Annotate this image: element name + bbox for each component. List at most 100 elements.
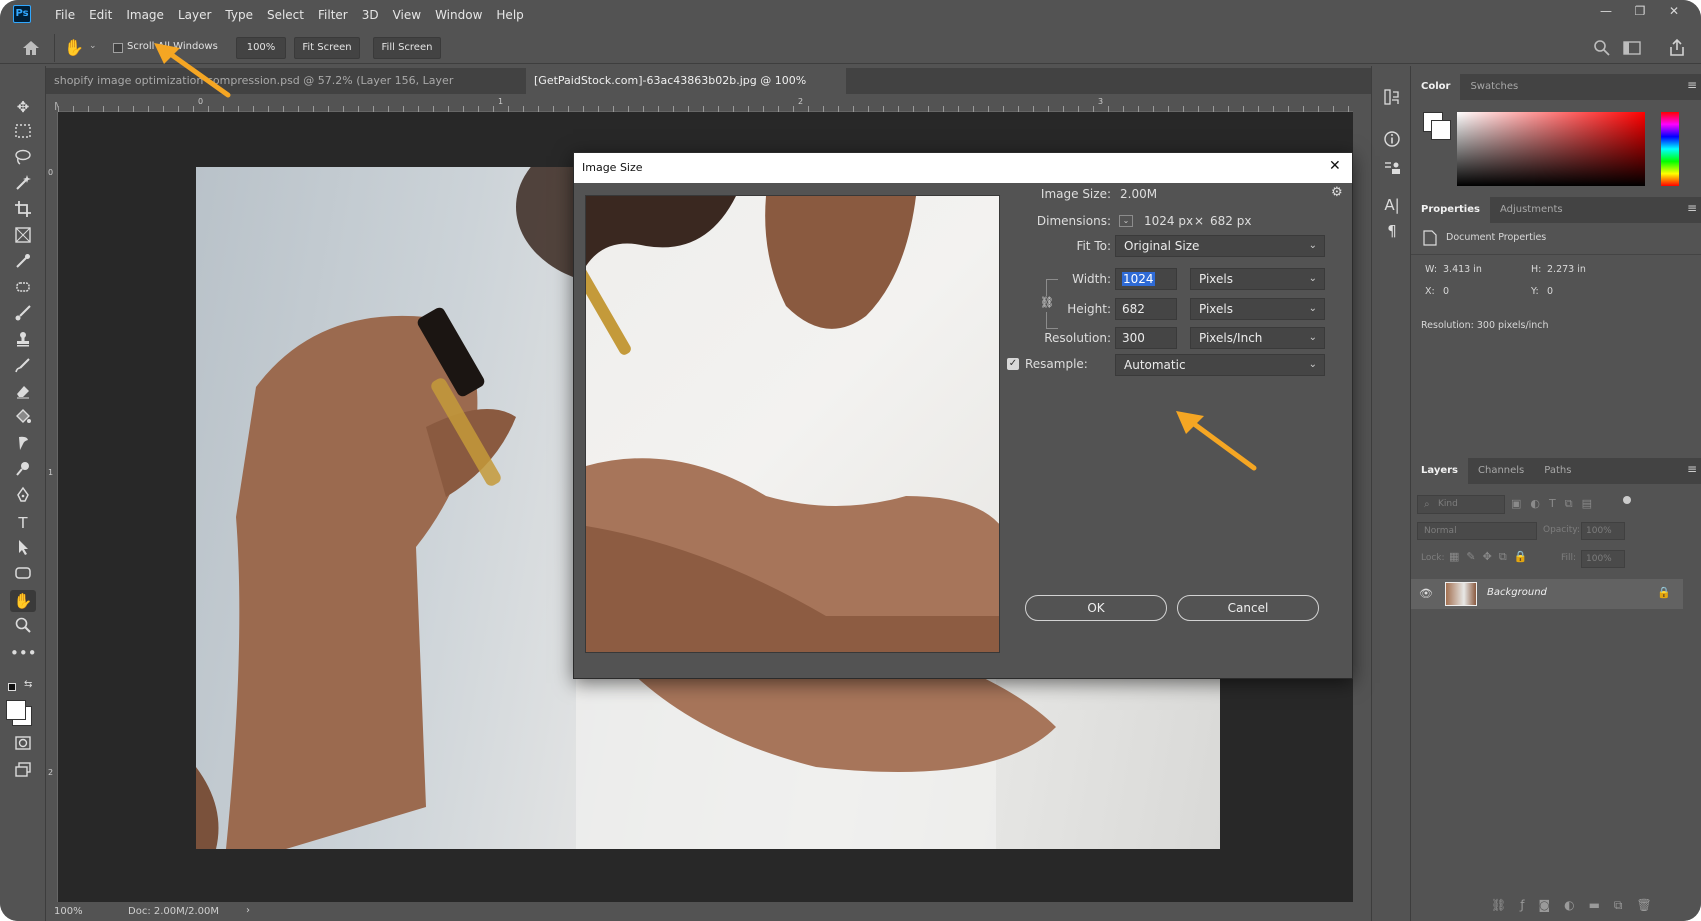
x-value[interactable]: 0: [1443, 286, 1449, 297]
menu-image[interactable]: Image: [119, 0, 171, 30]
menu-3d[interactable]: 3D: [355, 0, 386, 30]
more-tools-icon[interactable]: •••: [10, 642, 37, 664]
panel-menu-icon[interactable]: ≡: [1687, 78, 1697, 92]
magic-wand-icon[interactable]: [10, 174, 36, 196]
height-unit-select[interactable]: Pixels ⌄: [1190, 298, 1325, 320]
workspace-icon[interactable]: [1622, 38, 1642, 58]
eraser-icon[interactable]: [10, 382, 36, 404]
menu-select[interactable]: Select: [260, 0, 311, 30]
opacity-field[interactable]: 100%: [1581, 522, 1625, 540]
tab-swatches[interactable]: Swatches: [1460, 74, 1528, 100]
restore-button[interactable]: ❐: [1623, 0, 1657, 22]
layer-kind-filter[interactable]: ⌕ Kind: [1417, 495, 1505, 514]
visibility-eye-icon[interactable]: 👁: [1419, 587, 1433, 600]
hue-slider[interactable]: [1661, 112, 1679, 186]
tab-paths[interactable]: Paths: [1534, 458, 1581, 484]
settings-gear-icon[interactable]: ⚙: [1331, 185, 1343, 200]
menu-window[interactable]: Window: [428, 0, 489, 30]
cancel-button[interactable]: Cancel: [1177, 595, 1319, 621]
resolution-unit-select[interactable]: Pixels/Inch ⌄: [1190, 327, 1325, 349]
ok-button[interactable]: OK: [1025, 595, 1167, 621]
brush-tool-icon[interactable]: [10, 304, 36, 326]
width-unit-select[interactable]: Pixels ⌄: [1190, 268, 1325, 290]
height-input[interactable]: 682: [1115, 298, 1177, 320]
background-color-chip[interactable]: [1431, 120, 1451, 140]
menu-edit[interactable]: Edit: [82, 0, 119, 30]
lasso-tool-icon[interactable]: [10, 148, 36, 170]
character-panel-icon[interactable]: A|: [1381, 194, 1403, 216]
layer-filter-icons[interactable]: ▣◐T⧉▤: [1511, 497, 1601, 511]
tab-shopify-psd[interactable]: shopify image optimization compression.p…: [46, 68, 524, 113]
panel-menu-icon[interactable]: ≡: [1687, 201, 1697, 215]
layer-row[interactable]: 👁 Background 🔒: [1411, 579, 1683, 609]
pen-tool-icon[interactable]: [10, 486, 36, 508]
healing-brush-icon[interactable]: [10, 278, 36, 300]
fill-field[interactable]: 100%: [1581, 550, 1625, 568]
width-value[interactable]: 3.413 in: [1443, 264, 1482, 275]
lock-icons[interactable]: ▦✎✥⧉🔒: [1449, 550, 1534, 564]
dodge-tool-icon[interactable]: [10, 460, 36, 482]
y-value[interactable]: 0: [1547, 286, 1553, 297]
eyedropper-icon[interactable]: [10, 252, 36, 274]
resample-select[interactable]: Automatic ⌄: [1115, 354, 1325, 376]
tab-getpaidstock-jpg[interactable]: [GetPaidStock.com]-63ac43863b02b.jpg @ 1…: [526, 68, 846, 113]
stamp-tool-icon[interactable]: [10, 330, 36, 352]
close-window-button[interactable]: ✕: [1657, 0, 1691, 22]
tab-layers[interactable]: Layers: [1411, 458, 1468, 484]
minimize-button[interactable]: —: [1589, 0, 1623, 22]
path-selection-icon[interactable]: [10, 538, 36, 560]
search-icon[interactable]: [1592, 38, 1612, 58]
paragraph-panel-icon[interactable]: ¶: [1381, 220, 1403, 242]
height-value[interactable]: 2.273 in: [1547, 264, 1586, 275]
hand-tool-icon[interactable]: ✋: [10, 590, 36, 612]
fit-to-select[interactable]: Original Size ⌄: [1115, 235, 1325, 257]
menu-view[interactable]: View: [386, 0, 428, 30]
move-tool-icon[interactable]: ✥: [10, 96, 36, 118]
panel-menu-icon[interactable]: ≡: [1687, 462, 1697, 476]
home-icon[interactable]: [20, 38, 42, 58]
marquee-tool-icon[interactable]: [10, 122, 36, 144]
swap-colors-icon[interactable]: ⇆: [24, 679, 32, 690]
resolution-input[interactable]: 300: [1115, 327, 1177, 349]
zoom-100-button[interactable]: 100%: [236, 37, 286, 59]
quick-mask-icon[interactable]: [10, 734, 36, 756]
scroll-all-windows-checkbox[interactable]: [113, 43, 123, 53]
image-preview[interactable]: [585, 195, 1000, 653]
tab-properties[interactable]: Properties: [1411, 197, 1490, 223]
menu-file[interactable]: File: [48, 0, 82, 30]
color-field[interactable]: [1457, 112, 1645, 186]
styles-panel-icon[interactable]: [1381, 158, 1403, 180]
dimensions-unit-toggle[interactable]: ⌄: [1119, 215, 1133, 227]
info-panel-icon[interactable]: [1381, 130, 1403, 152]
crop-tool-icon[interactable]: [10, 200, 36, 222]
hand-tool-icon[interactable]: ✋: [64, 37, 86, 59]
layer-name[interactable]: Background: [1487, 587, 1547, 598]
menu-type[interactable]: Type: [218, 0, 260, 30]
menu-layer[interactable]: Layer: [171, 0, 218, 30]
fit-screen-button[interactable]: Fit Screen: [294, 37, 360, 59]
layer-actions-icons[interactable]: ⛓ƒ◙◐▬⧉🗑: [1491, 898, 1666, 913]
dialog-close-icon[interactable]: ✕: [1329, 158, 1341, 174]
frame-tool-icon[interactable]: [10, 226, 36, 248]
screen-mode-icon[interactable]: [10, 760, 36, 782]
zoom-readout[interactable]: 100%: [54, 906, 83, 917]
tab-adjustments[interactable]: Adjustments: [1490, 197, 1573, 223]
blend-mode-select[interactable]: Normal: [1417, 522, 1537, 540]
smudge-tool-icon[interactable]: [10, 434, 36, 456]
width-input[interactable]: 1024: [1115, 268, 1177, 290]
fill-screen-button[interactable]: Fill Screen: [373, 37, 441, 59]
share-icon[interactable]: [1666, 37, 1688, 59]
tab-color[interactable]: Color: [1411, 74, 1461, 100]
zoom-tool-icon[interactable]: [10, 616, 36, 638]
menu-help[interactable]: Help: [489, 0, 530, 30]
resample-checkbox[interactable]: ✓: [1007, 358, 1019, 370]
filter-toggle-icon[interactable]: [1623, 496, 1631, 504]
menu-filter[interactable]: Filter: [311, 0, 355, 30]
chevron-down-icon[interactable]: ⌄: [89, 41, 97, 51]
history-panel-icon[interactable]: [1381, 88, 1403, 110]
shape-tool-icon[interactable]: [10, 564, 36, 586]
paint-bucket-icon[interactable]: [10, 408, 36, 430]
default-colors-icon[interactable]: [8, 683, 16, 691]
type-tool-icon[interactable]: T: [10, 512, 36, 534]
foreground-color-swatch[interactable]: [6, 700, 26, 720]
